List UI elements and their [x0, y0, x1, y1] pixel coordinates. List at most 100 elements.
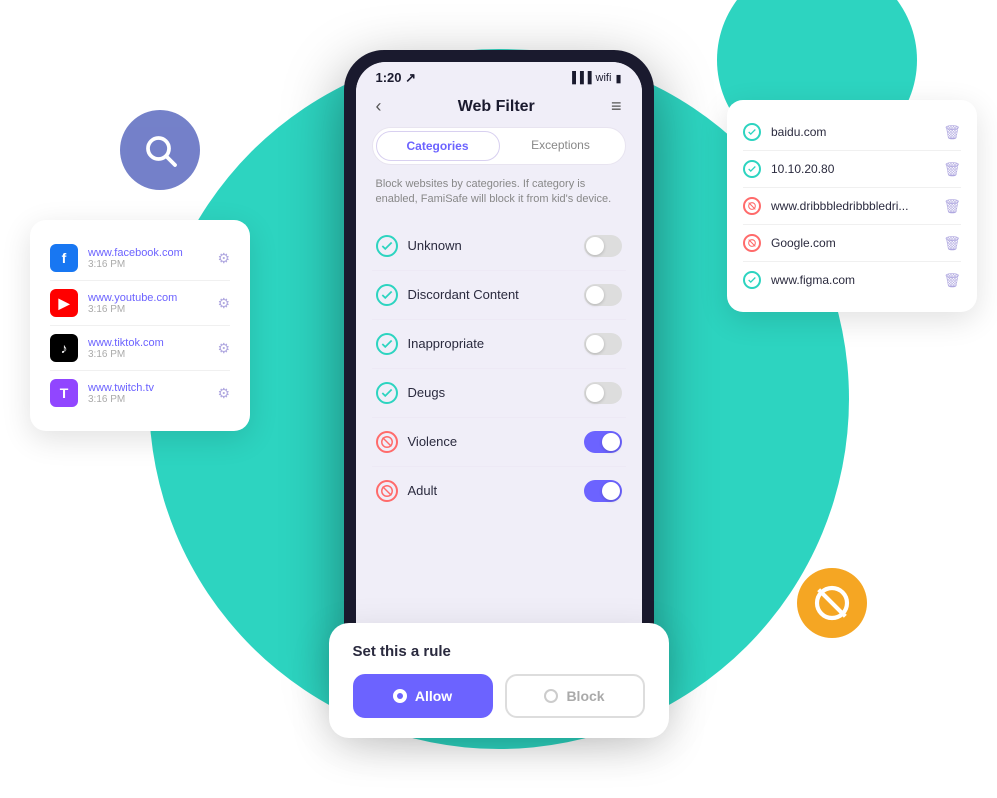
wl-url-dribbble: www.dribbbledribbbledri...: [771, 199, 933, 213]
toggle-discordant[interactable]: [584, 284, 622, 306]
category-left-discordant: Discordant Content: [376, 284, 519, 306]
trash-icon-baidu[interactable]: 🗑: [943, 124, 961, 141]
rule-dialog-title: Set this a rule: [353, 643, 645, 660]
category-icon-discordant: [376, 284, 398, 306]
history-text-twitch: www.twitch.tv 3:16 PM: [88, 382, 207, 405]
category-icon-unknown: [376, 235, 398, 257]
phone-wrapper: 1:20 ↗ ▐▐▐ wifi ▮ ‹ Web Filter ≡ Categor…: [344, 50, 654, 694]
rule-dialog: Set this a rule Allow Block: [329, 623, 669, 738]
phone-header: ‹ Web Filter ≡: [356, 90, 642, 127]
gear-icon-facebook[interactable]: ⚙: [217, 250, 230, 267]
trash-icon-figma[interactable]: 🗑: [943, 272, 961, 289]
category-item-inappropriate: Inappropriate: [372, 320, 626, 369]
trash-icon-dribbble[interactable]: 🗑: [943, 198, 961, 215]
trash-icon-google[interactable]: 🗑: [943, 235, 961, 252]
status-bar: 1:20 ↗ ▐▐▐ wifi ▮: [356, 62, 642, 90]
wl-icon-dribbble: [743, 197, 761, 215]
gear-icon-tiktok[interactable]: ⚙: [217, 340, 230, 357]
trash-icon-ip[interactable]: 🗑: [943, 161, 961, 178]
whitelist-item-figma: www.figma.com 🗑: [743, 262, 961, 298]
toggle-inappropriate[interactable]: [584, 333, 622, 355]
category-name-unknown: Unknown: [408, 238, 462, 253]
whitelist-card: baidu.com 🗑 10.10.20.80 🗑 www.dribbbledr…: [727, 100, 977, 312]
filter-description: Block websites by categories. If categor…: [356, 177, 642, 222]
category-item-deugs: Deugs: [372, 369, 626, 418]
category-icon-violence: [376, 431, 398, 453]
history-item-tiktok: ♪ www.tiktok.com 3:16 PM ⚙: [50, 326, 230, 371]
toggle-unknown[interactable]: [584, 235, 622, 257]
toggle-deugs[interactable]: [584, 382, 622, 404]
category-left-deugs: Deugs: [376, 382, 446, 404]
category-icon-inappropriate: [376, 333, 398, 355]
category-item-unknown: Unknown: [372, 222, 626, 271]
history-item-facebook: f www.facebook.com 3:16 PM ⚙: [50, 236, 230, 281]
category-left-violence: Violence: [376, 431, 458, 453]
wl-icon-baidu: [743, 123, 761, 141]
category-name-adult: Adult: [408, 483, 438, 498]
category-item-violence: Violence: [372, 418, 626, 467]
category-item-adult: Adult: [372, 467, 626, 515]
signal-icon: ▐▐▐: [568, 72, 591, 84]
allow-label: Allow: [415, 688, 452, 704]
category-icon-adult: [376, 480, 398, 502]
gear-icon-twitch[interactable]: ⚙: [217, 385, 230, 402]
wl-url-figma: www.figma.com: [771, 273, 933, 287]
tiktok-time: 3:16 PM: [88, 349, 207, 360]
twitch-url: www.twitch.tv: [88, 382, 207, 394]
youtube-time: 3:16 PM: [88, 304, 207, 315]
search-circle-decoration: [120, 110, 200, 190]
twitch-time: 3:16 PM: [88, 394, 207, 405]
history-card: f www.facebook.com 3:16 PM ⚙ ▶ www.youtu…: [30, 220, 250, 431]
gear-icon-youtube[interactable]: ⚙: [217, 295, 230, 312]
back-button[interactable]: ‹: [376, 96, 382, 117]
toggle-violence[interactable]: [584, 431, 622, 453]
status-time: 1:20 ↗: [376, 70, 417, 86]
allow-button[interactable]: Allow: [353, 674, 493, 718]
category-name-violence: Violence: [408, 434, 458, 449]
whitelist-item-dribbble: www.dribbbledribbbledri... 🗑: [743, 188, 961, 225]
tab-bar: Categories Exceptions: [372, 127, 626, 165]
category-list: Unknown Discordant Content: [356, 222, 642, 515]
phone-screen: 1:20 ↗ ▐▐▐ wifi ▮ ‹ Web Filter ≡ Categor…: [356, 62, 642, 682]
tiktok-url: www.tiktok.com: [88, 337, 207, 349]
menu-button[interactable]: ≡: [611, 96, 622, 117]
wifi-icon: wifi: [596, 72, 612, 84]
history-text-youtube: www.youtube.com 3:16 PM: [88, 292, 207, 315]
category-name-discordant: Discordant Content: [408, 287, 519, 302]
history-text-tiktok: www.tiktok.com 3:16 PM: [88, 337, 207, 360]
tiktok-icon: ♪: [50, 334, 78, 362]
category-left-inappropriate: Inappropriate: [376, 333, 485, 355]
phone-device: 1:20 ↗ ▐▐▐ wifi ▮ ‹ Web Filter ≡ Categor…: [344, 50, 654, 694]
wl-url-baidu: baidu.com: [771, 125, 933, 139]
tab-exceptions[interactable]: Exceptions: [500, 131, 622, 161]
facebook-url: www.facebook.com: [88, 247, 207, 259]
toggle-adult[interactable]: [584, 480, 622, 502]
whitelist-item-google: Google.com 🗑: [743, 225, 961, 262]
wl-icon-figma: [743, 271, 761, 289]
block-circle-decoration: [797, 568, 867, 638]
category-left-unknown: Unknown: [376, 235, 462, 257]
tab-categories[interactable]: Categories: [376, 131, 500, 161]
whitelist-item-ip: 10.10.20.80 🗑: [743, 151, 961, 188]
whitelist-item-baidu: baidu.com 🗑: [743, 114, 961, 151]
screen-title: Web Filter: [458, 98, 535, 116]
history-text-facebook: www.facebook.com 3:16 PM: [88, 247, 207, 270]
wl-url-ip: 10.10.20.80: [771, 162, 933, 176]
facebook-time: 3:16 PM: [88, 259, 207, 270]
block-button[interactable]: Block: [505, 674, 645, 718]
block-label: Block: [566, 688, 604, 704]
facebook-icon: f: [50, 244, 78, 272]
category-left-adult: Adult: [376, 480, 438, 502]
wl-icon-ip: [743, 160, 761, 178]
youtube-url: www.youtube.com: [88, 292, 207, 304]
category-name-deugs: Deugs: [408, 385, 446, 400]
wl-icon-google: [743, 234, 761, 252]
rule-options: Allow Block: [353, 674, 645, 718]
block-radio: [544, 689, 558, 703]
battery-icon: ▮: [615, 72, 621, 85]
history-item-youtube: ▶ www.youtube.com 3:16 PM ⚙: [50, 281, 230, 326]
status-icons: ▐▐▐ wifi ▮: [568, 72, 621, 85]
wl-url-google: Google.com: [771, 236, 933, 250]
category-name-inappropriate: Inappropriate: [408, 336, 485, 351]
history-item-twitch: T www.twitch.tv 3:16 PM ⚙: [50, 371, 230, 415]
